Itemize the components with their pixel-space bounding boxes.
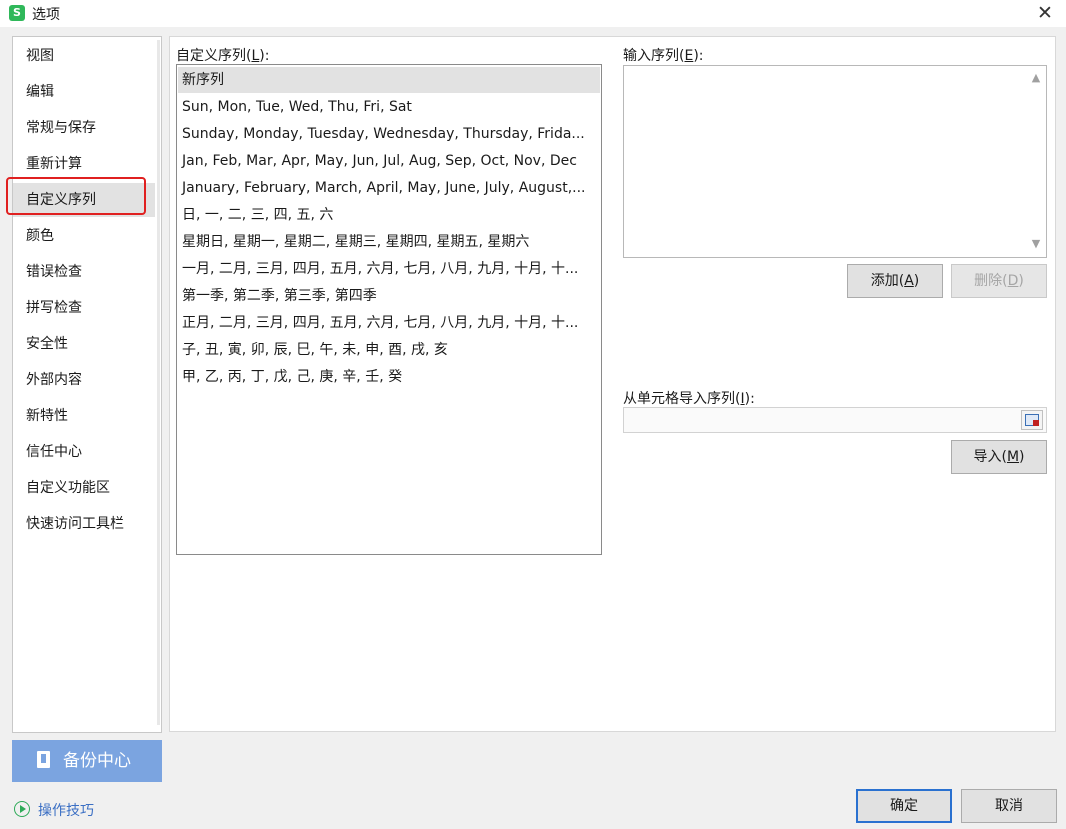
close-button[interactable]: ✕ (1030, 0, 1060, 27)
nav-item-edit[interactable]: 编辑 (13, 75, 155, 109)
app-logo-icon: S (9, 5, 25, 21)
nav-item-spell-check[interactable]: 拼写检查 (13, 291, 155, 325)
input-series-label: 输入序列(E): (623, 48, 704, 64)
import-from-cells-label: 从单元格导入序列(I): (623, 391, 755, 407)
backup-document-icon (37, 751, 50, 768)
list-item[interactable]: 日, 一, 二, 三, 四, 五, 六 (178, 202, 600, 228)
input-series-box: ▲ ▼ (623, 65, 1047, 258)
nav-item-general-save[interactable]: 常规与保存 (13, 111, 155, 145)
nav-item-quick-access-toolbar[interactable]: 快速访问工具栏 (13, 507, 155, 541)
ok-button[interactable]: 确定 (856, 789, 952, 823)
import-button[interactable]: 导入(M) (951, 440, 1047, 474)
options-nav-panel: 视图 编辑 常规与保存 重新计算 自定义序列 颜色 错误检查 拼写检查 安全性 … (12, 36, 162, 733)
nav-scrollbar[interactable] (157, 40, 160, 725)
list-item[interactable]: 正月, 二月, 三月, 四月, 五月, 六月, 七月, 八月, 九月, 十月, … (178, 310, 600, 336)
nav-item-color[interactable]: 颜色 (13, 219, 155, 253)
custom-series-list[interactable]: 新序列 Sun, Mon, Tue, Wed, Thu, Fri, Sat Su… (176, 64, 602, 555)
custom-list-label: 自定义序列(L): (176, 48, 270, 64)
cell-picker-icon[interactable] (1021, 410, 1043, 430)
scroll-up-icon[interactable]: ▲ (1028, 70, 1044, 86)
tips-label: 操作技巧 (38, 803, 94, 819)
play-circle-icon (14, 801, 30, 817)
nav-item-error-check[interactable]: 错误检查 (13, 255, 155, 289)
import-range-field (623, 407, 1047, 433)
list-item[interactable]: January, February, March, April, May, Ju… (178, 175, 600, 201)
nav-item-customize-ribbon[interactable]: 自定义功能区 (13, 471, 155, 505)
list-item[interactable]: 子, 丑, 寅, 卯, 辰, 巳, 午, 未, 申, 酉, 戌, 亥 (178, 337, 600, 363)
window-title: 选项 (32, 7, 60, 23)
list-item[interactable]: 新序列 (178, 67, 600, 93)
input-series-textarea[interactable] (624, 66, 1024, 255)
nav-item-view[interactable]: 视图 (13, 39, 155, 73)
title-bar: S 选项 ✕ (0, 0, 1066, 27)
list-item[interactable]: 一月, 二月, 三月, 四月, 五月, 六月, 七月, 八月, 九月, 十月, … (178, 256, 600, 282)
list-item[interactable]: 星期日, 星期一, 星期二, 星期三, 星期四, 星期五, 星期六 (178, 229, 600, 255)
import-range-input[interactable] (624, 408, 1016, 432)
list-item[interactable]: Sunday, Monday, Tuesday, Wednesday, Thur… (178, 121, 600, 147)
add-button[interactable]: 添加(A) (847, 264, 943, 298)
nav-item-recalculate[interactable]: 重新计算 (13, 147, 155, 181)
list-item[interactable]: Jan, Feb, Mar, Apr, May, Jun, Jul, Aug, … (178, 148, 600, 174)
scroll-down-icon[interactable]: ▼ (1028, 236, 1044, 252)
nav-item-new-features[interactable]: 新特性 (13, 399, 155, 433)
list-item[interactable]: Sun, Mon, Tue, Wed, Thu, Fri, Sat (178, 94, 600, 120)
list-item[interactable]: 甲, 乙, 丙, 丁, 戊, 己, 庚, 辛, 壬, 癸 (178, 364, 600, 390)
list-item[interactable]: 第一季, 第二季, 第三季, 第四季 (178, 283, 600, 309)
selection-highlight-box (6, 177, 146, 215)
nav-item-external-content[interactable]: 外部内容 (13, 363, 155, 397)
cancel-button[interactable]: 取消 (961, 789, 1057, 823)
nav-item-security[interactable]: 安全性 (13, 327, 155, 361)
delete-button[interactable]: 删除(D) (951, 264, 1047, 298)
backup-center-button[interactable]: 备份中心 (12, 740, 162, 782)
backup-center-label: 备份中心 (63, 751, 131, 771)
nav-item-trust-center[interactable]: 信任中心 (13, 435, 155, 469)
